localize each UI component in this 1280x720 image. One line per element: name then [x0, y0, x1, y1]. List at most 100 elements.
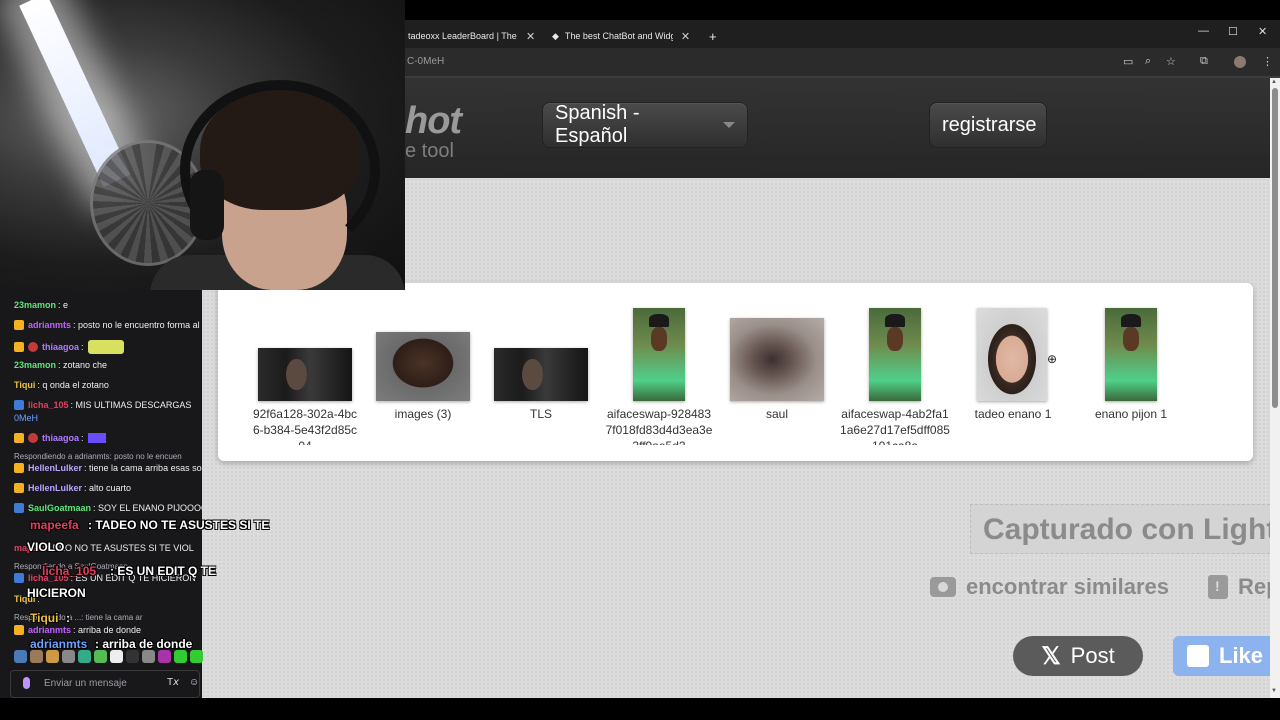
chat-message: thiaagoa:: [14, 340, 124, 354]
file-name: tadeo enano 1: [974, 407, 1052, 421]
menu-icon[interactable]: ⋮: [1262, 55, 1273, 68]
register-button[interactable]: registrarse: [929, 102, 1047, 148]
file-thumbnail: [730, 318, 824, 401]
file-item[interactable]: tadeo enano 1: [958, 283, 1068, 461]
tab-title: The best ChatBot and Widgets: [564, 31, 673, 41]
chat-text: :: [81, 433, 84, 443]
tab-close-icon[interactable]: ✕: [526, 30, 535, 43]
emote-icon: [126, 650, 139, 663]
emote-icon: [190, 650, 203, 663]
site-logo[interactable]: hot: [405, 100, 462, 143]
address-bar: C-0MeH ▭ ⌕ ☆ ⧉ ⋮: [405, 48, 1280, 76]
chat-input[interactable]: Enviar un mensaje T𝘹 ☺: [10, 670, 200, 698]
chat-username[interactable]: thiaagoa: [42, 342, 79, 352]
avatar-badge-icon: [28, 433, 38, 443]
camera-icon: [930, 577, 956, 597]
find-similar-link[interactable]: encontrar similares: [930, 572, 1169, 602]
star-icon[interactable]: ☆: [1166, 55, 1176, 68]
report-label: Reportar: [1238, 574, 1270, 599]
chat-username[interactable]: HellenLulker: [28, 463, 82, 473]
chat-text: : tiene la cama arriba esas so: [84, 463, 202, 473]
file-picker-panel: 92f6a128-302a-4bc6-b384-5e43f2d85c04 ima…: [218, 283, 1253, 461]
chat-username[interactable]: licha_105: [28, 400, 69, 410]
chat-username[interactable]: HellenLulker: [28, 483, 82, 493]
file-thumbnail: [1105, 308, 1157, 401]
emote-icon: [30, 650, 43, 663]
emote-icon: [87, 340, 124, 354]
text-format-icon[interactable]: T𝘹: [167, 677, 179, 688]
like-button[interactable]: Like: [1173, 636, 1270, 676]
file-item[interactable]: aifaceswap-4ab2fa11a6e27d17ef5dff085101c…: [840, 283, 950, 461]
emote-icon: [158, 650, 171, 663]
chat-username[interactable]: Tiqui: [14, 380, 35, 390]
chat-link[interactable]: 0MeH: [14, 413, 38, 423]
scrollbar-thumb[interactable]: [1272, 88, 1278, 408]
emoji-icon[interactable]: ☺: [189, 677, 199, 688]
file-thumbnail: [869, 308, 921, 401]
file-item[interactable]: images (3): [368, 283, 478, 461]
microphone-icon[interactable]: [23, 677, 30, 689]
verified-badge-icon: [14, 503, 24, 513]
tab-tadeoxx-leaderboard[interactable]: tadeoxx LeaderBoard | The best ✕: [408, 24, 535, 48]
like-label: Like: [1219, 643, 1264, 668]
maximize-icon[interactable]: ☐: [1228, 25, 1238, 38]
language-select[interactable]: Spanish - Español: [542, 102, 748, 148]
file-thumbnail: [258, 348, 352, 401]
chat-message: HellenLulker: alto cuarto: [14, 483, 131, 493]
chat-username[interactable]: adrianmts: [28, 625, 71, 635]
report-link[interactable]: Reportar: [1208, 572, 1270, 602]
site-logo-tagline: e tool: [405, 140, 454, 162]
extensions-icon[interactable]: ⧉: [1200, 55, 1208, 68]
file-thumbnail: [977, 308, 1047, 401]
crown-badge-icon: [14, 483, 24, 493]
overlay-message: : ES UN EDIT Q TE: [110, 564, 217, 578]
x-post-button[interactable]: 𝕏 Post: [1013, 636, 1143, 676]
webcam-overlay: [0, 0, 405, 290]
emote-icon: [87, 433, 106, 443]
tab-close-icon[interactable]: ✕: [681, 30, 690, 43]
url-field[interactable]: C-0MeH: [407, 56, 444, 67]
chat-input-placeholder: Enviar un mensaje: [44, 678, 127, 689]
avatar-badge-icon: [28, 342, 38, 352]
file-name: aifaceswap-4ab2fa11a6e27d17ef5dff085101c…: [840, 407, 950, 445]
chat-username[interactable]: 23mamon: [14, 360, 56, 370]
scroll-up-icon[interactable]: ▲: [1271, 79, 1277, 85]
minimize-icon[interactable]: —: [1198, 25, 1209, 37]
file-item[interactable]: saul: [722, 283, 832, 461]
chat-message: adrianmts: arriba de donde: [14, 625, 141, 635]
file-name: enano pijon 1: [1094, 407, 1168, 421]
emote-icon: [78, 650, 91, 663]
chat-username[interactable]: adrianmts: [28, 320, 71, 330]
emote-icon: [142, 650, 155, 663]
chat-text: : SOY EL ENANO PIJOOOO: [93, 503, 202, 513]
crown-badge-icon: [14, 320, 24, 330]
captured-with-banner: Capturado con Lightshot: [970, 504, 1270, 554]
chat-username[interactable]: thiaagoa: [42, 433, 79, 443]
new-tab-button[interactable]: +: [709, 24, 717, 48]
reply-text: Respondiendo a adrianmts: posto no le en…: [14, 452, 182, 461]
overlay-message: VIOLO: [27, 540, 65, 554]
file-item[interactable]: TLS: [486, 283, 596, 461]
report-icon: [1208, 575, 1228, 599]
file-item[interactable]: 92f6a128-302a-4bc6-b384-5e43f2d85c04: [250, 283, 360, 461]
close-icon[interactable]: ✕: [1258, 25, 1267, 38]
chat-text: : MIS ULTIMAS DESCARGAS: [70, 400, 192, 410]
zoom-icon[interactable]: ⌕: [1145, 55, 1151, 68]
chat-username[interactable]: SaulGoatmaan: [28, 503, 91, 513]
file-item[interactable]: aifaceswap-9284837f018fd83d4d3ea3e3ff9ae…: [604, 283, 714, 461]
chat-message: adrianmts: posto no le encuentro forma a…: [14, 320, 200, 330]
emote-icon: [14, 650, 27, 663]
chat-username[interactable]: 23mamon: [14, 300, 56, 310]
find-similar-label: encontrar similares: [966, 574, 1169, 599]
site-header: hot e tool Spanish - Español registrarse: [405, 78, 1270, 178]
language-label: Spanish - Español: [555, 102, 640, 147]
file-item[interactable]: enano pijon 1: [1076, 283, 1186, 461]
install-icon[interactable]: ▭: [1123, 55, 1133, 68]
profile-icon[interactable]: [1234, 56, 1246, 68]
scroll-down-icon[interactable]: ▼: [1271, 688, 1277, 694]
tab-chatbot-widgets[interactable]: ◆ The best ChatBot and Widgets ✕: [552, 24, 690, 48]
file-name: 92f6a128-302a-4bc6-b384-5e43f2d85c04: [252, 407, 358, 445]
file-name: aifaceswap-9284837f018fd83d4d3ea3e3ff9ae…: [605, 407, 713, 445]
emote-icon: [110, 650, 123, 663]
browser-tab-bar: tadeoxx LeaderBoard | The best ✕ ◆ The b…: [405, 20, 1280, 48]
